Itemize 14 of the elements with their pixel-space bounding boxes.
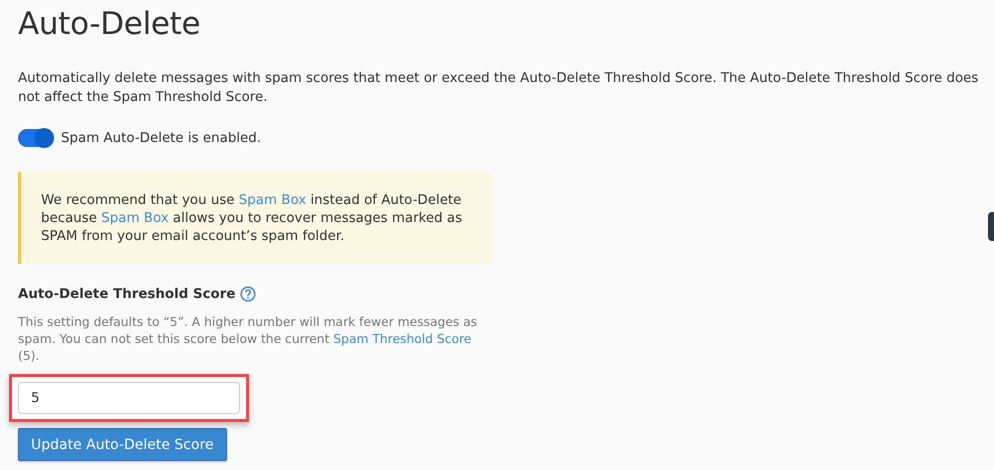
page-title: Auto-Delete: [18, 6, 200, 42]
description-text: Automatically delete messages with spam scores that meet or exceed the Auto-Delete Threshold Score. The Auto-Delete Threshold Score does not affect the Spam Threshold Score.: [18, 70, 980, 107]
field-label: Auto-Delete Threshold Score: [18, 286, 236, 302]
help-icon[interactable]: [240, 286, 256, 302]
spam-box-link[interactable]: Spam Box: [238, 193, 306, 208]
notice-text: We recommend that you use Spam Box instead of Auto-Delete because Spam Box allows you to recover messages marked as SPAM from your email account’s spam folder.: [18, 172, 492, 264]
update-button[interactable]: Update Auto-Delete Score: [18, 428, 227, 461]
score-input[interactable]: 5: [18, 382, 240, 414]
hint-text: This setting defaults to “5”. A higher number will mark fewer messages as spam. You can not set this score below the current Spam Threshold Score (5).: [18, 314, 478, 365]
spam-threshold-link[interactable]: Spam Threshold Score: [333, 332, 472, 346]
toggle-switch[interactable]: [18, 129, 53, 147]
side-tab[interactable]: [988, 212, 994, 241]
toggle-label: Spam Auto-Delete is enabled.: [61, 130, 262, 146]
spam-box-link[interactable]: Spam Box: [101, 211, 169, 226]
